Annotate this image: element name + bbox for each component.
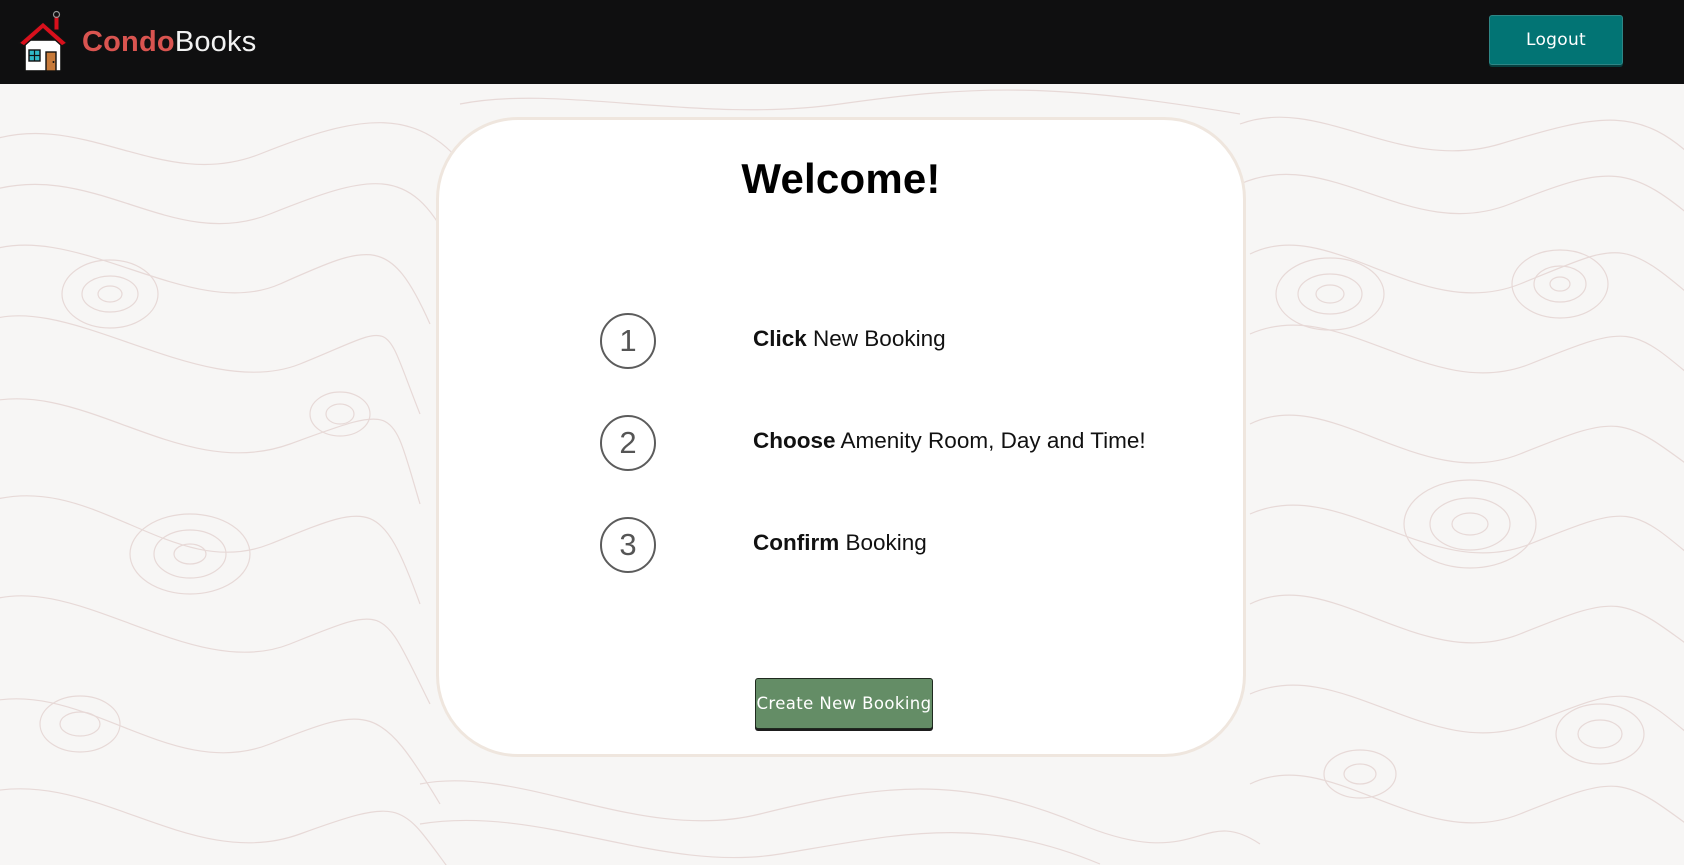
step-instruction: Choose Amenity Room, Day and Time! [753,428,1146,454]
step-instruction: Click New Booking [753,326,946,352]
step-number-circle: 3 [600,517,656,573]
step-verb: Click [753,326,807,351]
page-title: Welcome! [741,155,941,202]
step-verb: Confirm [753,530,840,555]
step-detail: Booking [839,530,927,555]
logout-button[interactable]: Logout [1489,15,1623,65]
top-navbar: CondoBooks Logout [0,0,1684,84]
welcome-card: Welcome! 1 Click New Booking 2 Choose Am… [436,117,1246,757]
step-3: 3 Confirm Booking [439,517,1243,573]
step-detail: New Booking [806,326,946,351]
step-2: 2 Choose Amenity Room, Day and Time! [439,415,1243,471]
step-number-circle: 2 [600,415,656,471]
brand-link[interactable]: CondoBooks [18,10,256,74]
create-new-booking-button[interactable]: Create New Booking [755,678,933,729]
brand-name: CondoBooks [82,25,257,58]
step-verb: Choose [753,428,836,453]
brand-name-books: Books [174,25,257,58]
step-1: 1 Click New Booking [439,313,1243,369]
step-detail: Amenity Room, Day and Time! [835,428,1146,453]
brand-name-condo: Condo [82,25,175,58]
step-number-circle: 1 [600,313,656,369]
step-instruction: Confirm Booking [753,530,927,556]
house-icon [18,10,68,72]
